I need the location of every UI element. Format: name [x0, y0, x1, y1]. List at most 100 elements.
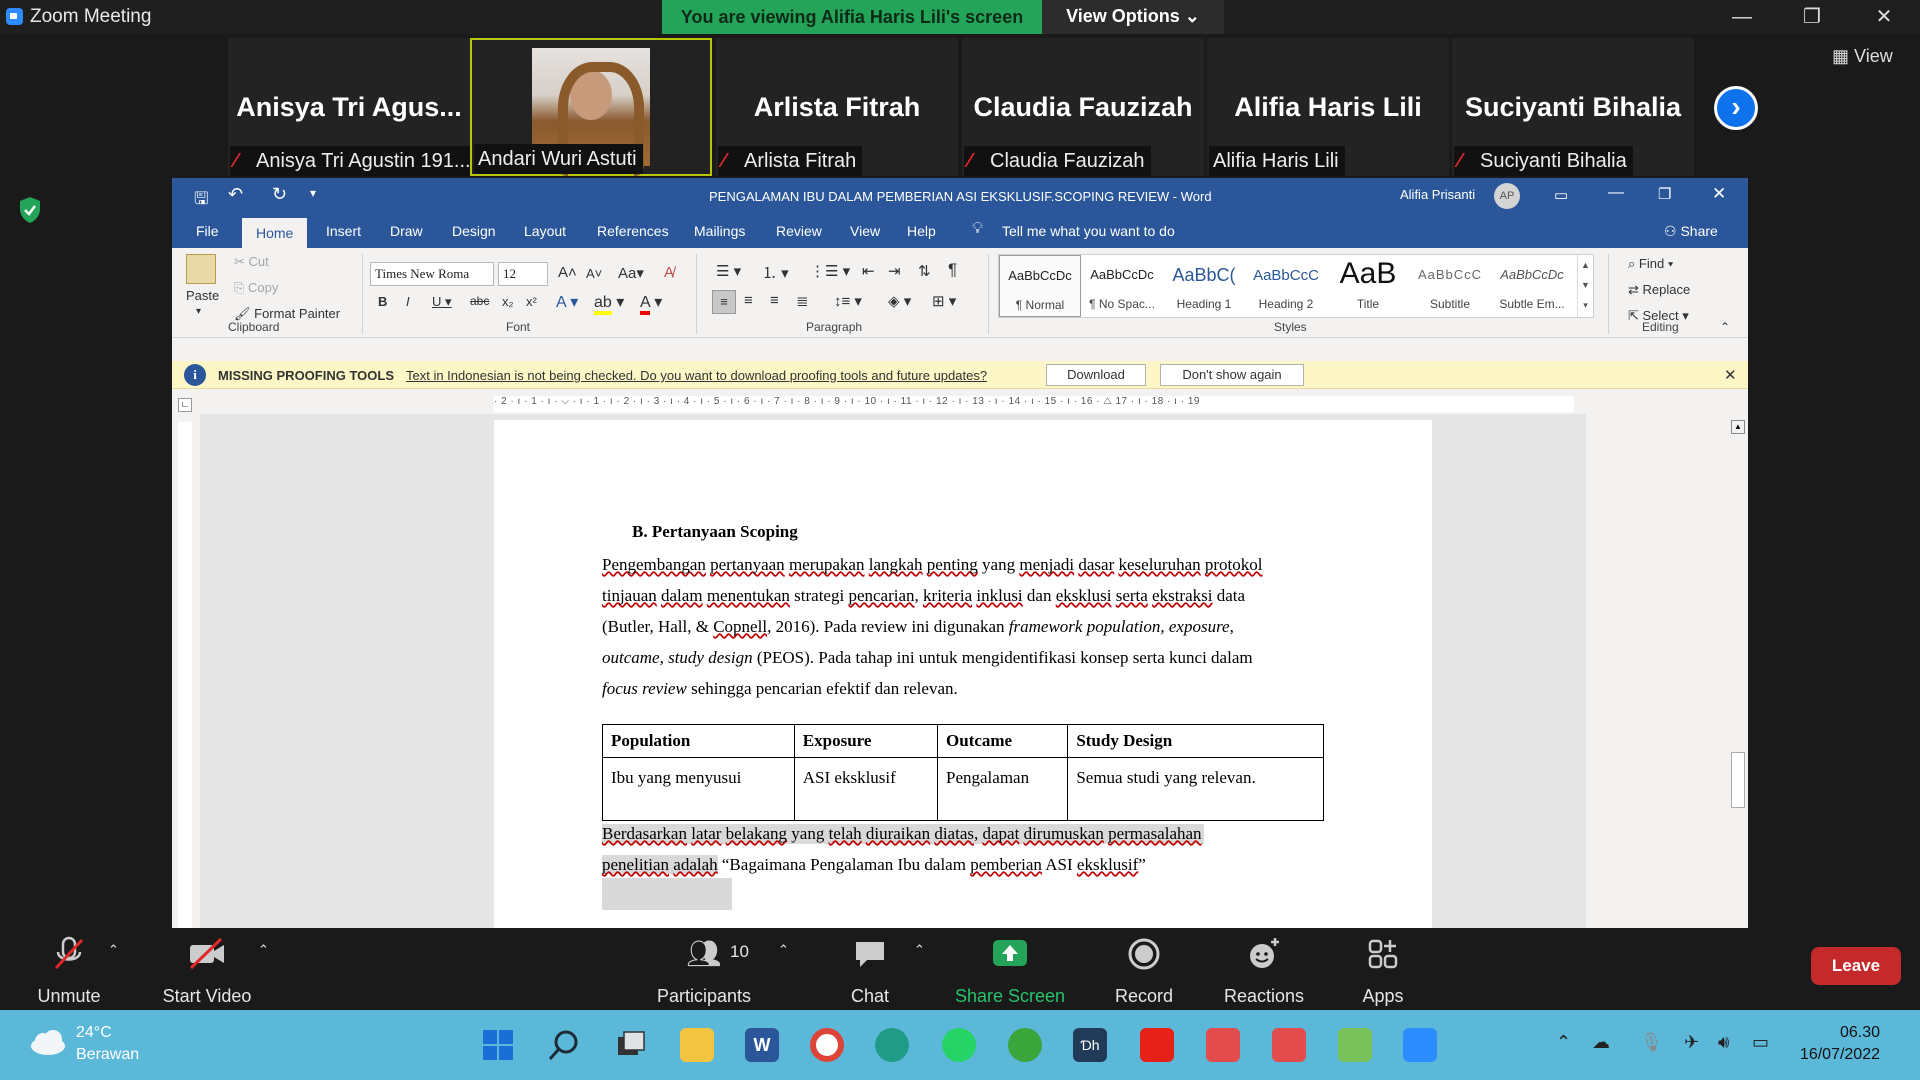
document-page[interactable]: B. Pertanyaan Scoping Pengembangan perta…	[494, 420, 1432, 928]
dont-show-again-button[interactable]: Don't show again	[1160, 364, 1304, 386]
table-cell[interactable]: Pengalaman	[937, 757, 1069, 821]
paste-icon[interactable]	[186, 254, 216, 284]
task-view-icon[interactable]	[614, 1028, 648, 1062]
decrease-indent-icon[interactable]: ⇤	[862, 262, 875, 280]
increase-indent-icon[interactable]: ⇥	[888, 262, 901, 280]
windows-start-icon[interactable]	[481, 1028, 515, 1062]
line-spacing-icon[interactable]: ↕≡ ▾	[834, 292, 862, 310]
tab-selector-icon[interactable]: ∟	[178, 398, 192, 412]
video-options-icon[interactable]: ⌃	[258, 942, 269, 958]
puzzle-app-icon[interactable]	[1338, 1028, 1372, 1062]
participants-options-icon[interactable]: ⌃	[778, 942, 789, 958]
font-size-select[interactable]: 12	[498, 262, 548, 286]
tab-design[interactable]: Design	[452, 223, 496, 239]
font-name-select[interactable]: Times New Roma	[370, 262, 494, 286]
table-header-cell[interactable]: Exposure	[793, 724, 939, 758]
table-cell[interactable]: Ibu yang menyusui	[602, 757, 795, 821]
word-maximize-icon[interactable]: ❐	[1658, 185, 1671, 203]
participant-tile[interactable]: Alifia Haris Lili Alifia Haris Lili	[1207, 38, 1449, 176]
chat-options-icon[interactable]: ⌃	[914, 942, 925, 958]
table-cell[interactable]: ASI eksklusif	[793, 757, 939, 821]
show-formatting-icon[interactable]: ¶	[948, 260, 957, 280]
tab-file[interactable]: File	[196, 223, 219, 239]
table-header-cell[interactable]: Outcame	[937, 724, 1069, 758]
download-button[interactable]: Download	[1046, 364, 1146, 386]
justify-icon[interactable]: ≣	[796, 292, 809, 310]
scroll-up-icon[interactable]: ▲	[1731, 420, 1745, 434]
word-app-icon[interactable]: W	[745, 1028, 779, 1062]
style-subtitle[interactable]: AaBbCcC Subtitle	[1409, 255, 1491, 317]
start-video-button[interactable]: Start Video	[156, 936, 258, 1006]
table-header-cell[interactable]: Population	[602, 724, 795, 758]
ribbon-display-icon[interactable]: ▭	[1554, 186, 1568, 204]
record-button[interactable]: Record	[1104, 936, 1184, 1006]
zoom-app-icon[interactable]	[1403, 1028, 1437, 1062]
bullets-icon[interactable]: ☰ ▾	[716, 262, 741, 280]
reactions-button[interactable]: Reactions	[1216, 936, 1312, 1006]
tab-mailings[interactable]: Mailings	[694, 223, 745, 239]
tab-references[interactable]: References	[597, 223, 669, 239]
strikethrough-icon[interactable]: abc	[470, 294, 489, 308]
chat-button[interactable]: Chat	[840, 936, 900, 1006]
search-icon[interactable]	[547, 1028, 581, 1062]
unmute-button[interactable]: Unmute	[24, 936, 114, 1006]
video-app-2-icon[interactable]	[1272, 1028, 1306, 1062]
save-icon[interactable]: 🖫	[194, 186, 208, 215]
clear-formatting-icon[interactable]: A̸	[664, 264, 674, 281]
tab-draw[interactable]: Draw	[390, 223, 423, 239]
battery-icon[interactable]: ▭	[1752, 1032, 1769, 1053]
vertical-ruler[interactable]	[178, 422, 192, 928]
dh-app-icon[interactable]: Ɗh	[1073, 1028, 1107, 1062]
find-button[interactable]: ⌕ Find ▾	[1628, 256, 1673, 272]
styles-scroll-icon[interactable]: ▲ ▼ ▾	[1577, 255, 1593, 317]
participant-tile[interactable]: Suciyanti Bihalia ⁄ Suciyanti Bihalia	[1452, 38, 1694, 176]
change-case-icon[interactable]: Aa▾	[618, 264, 644, 282]
word-close-icon[interactable]: ✕	[1712, 184, 1726, 204]
youtube-icon[interactable]	[1140, 1028, 1174, 1062]
share-screen-button[interactable]: Share Screen	[950, 936, 1070, 1006]
align-center-icon[interactable]: ≡	[744, 292, 753, 309]
copy-button[interactable]: ⎘ Copy	[234, 280, 278, 296]
bold-icon[interactable]: B	[378, 294, 387, 309]
paste-button[interactable]: Paste	[186, 288, 219, 303]
align-left-icon[interactable]: ≡	[712, 290, 736, 314]
style-title[interactable]: AaB Title	[1327, 255, 1409, 317]
participant-tile-active[interactable]: Andari Wuri Astuti	[470, 38, 712, 176]
user-avatar[interactable]: AP	[1494, 183, 1520, 209]
quick-access-menu-icon[interactable]: ▾	[310, 186, 316, 200]
text-effects-icon[interactable]: A ▾	[556, 292, 578, 312]
airplane-icon[interactable]: ✈	[1684, 1032, 1699, 1053]
cut-button[interactable]: ✂ Cut	[234, 254, 269, 270]
restore-icon[interactable]: ❐	[1792, 4, 1832, 30]
italic-icon[interactable]: I	[406, 294, 410, 309]
table-header-cell[interactable]: Study Design	[1067, 724, 1324, 758]
participant-tile[interactable]: Arlista Fitrah ⁄ Arlista Fitrah	[716, 38, 958, 176]
onedrive-icon[interactable]: ☁	[1592, 1032, 1610, 1053]
tab-view[interactable]: View	[850, 223, 880, 239]
tab-home[interactable]: Home	[242, 218, 308, 248]
style-no-spacing[interactable]: AaBbCcDc ¶ No Spac...	[1081, 255, 1163, 317]
view-button[interactable]: ▦ View	[1832, 46, 1893, 67]
numbering-icon[interactable]: ⒈ ▾	[762, 262, 789, 283]
view-options-button[interactable]: View Options ⌄	[1042, 0, 1224, 34]
style-heading-2[interactable]: AaBbCcC Heading 2	[1245, 255, 1327, 317]
tab-insert[interactable]: Insert	[326, 223, 361, 239]
encryption-shield-icon[interactable]	[18, 196, 42, 224]
minimize-icon[interactable]: —	[1722, 4, 1762, 30]
tray-chevron-icon[interactable]: ⌃	[1556, 1032, 1571, 1053]
tab-help[interactable]: Help	[907, 223, 936, 239]
table-cell[interactable]: Semua studi yang relevan.	[1067, 757, 1324, 821]
file-explorer-icon[interactable]	[680, 1028, 714, 1062]
underline-icon[interactable]: U ▾	[432, 294, 452, 310]
close-icon[interactable]: ✕	[1864, 4, 1904, 30]
chrome-icon[interactable]	[810, 1028, 844, 1062]
peos-table[interactable]: Population Exposure Outcame Study Design…	[602, 724, 1324, 821]
close-message-icon[interactable]: ✕	[1724, 366, 1737, 384]
multilevel-list-icon[interactable]: ⋮☰ ▾	[810, 262, 850, 280]
subscript-icon[interactable]: x₂	[502, 294, 514, 309]
style-heading-1[interactable]: AaBbC( Heading 1	[1163, 255, 1245, 317]
shading-icon[interactable]: ◈ ▾	[888, 292, 911, 310]
collapse-ribbon-icon[interactable]: ⌃	[1720, 320, 1730, 334]
next-participants-button[interactable]: ›	[1714, 86, 1758, 130]
font-color-icon[interactable]: A ▾	[640, 292, 662, 315]
